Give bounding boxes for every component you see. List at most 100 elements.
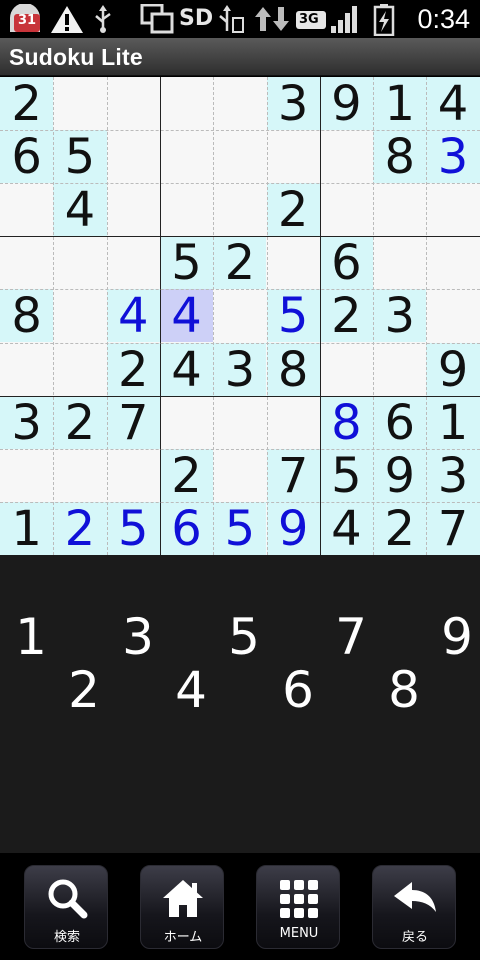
- sudoku-cell[interactable]: 7: [106, 396, 160, 450]
- sudoku-cell[interactable]: 3: [0, 396, 54, 450]
- sudoku-cell[interactable]: [426, 236, 479, 289]
- sudoku-cell[interactable]: [373, 236, 426, 289]
- sudoku-cell[interactable]: [0, 183, 53, 236]
- sudoku-cell[interactable]: 1: [373, 77, 427, 131]
- box-divider: [0, 236, 480, 237]
- number-key-8[interactable]: 8: [374, 662, 434, 718]
- sudoku-cell[interactable]: [267, 396, 320, 449]
- sudoku-cell[interactable]: [213, 130, 266, 183]
- sudoku-cell[interactable]: 9: [426, 342, 480, 397]
- calendar-notification-icon: 31: [6, 3, 44, 34]
- sudoku-cell[interactable]: 5: [213, 502, 267, 556]
- sudoku-cell[interactable]: [320, 130, 373, 183]
- home-button[interactable]: ホーム: [140, 865, 224, 949]
- sudoku-cell[interactable]: 3: [266, 77, 320, 131]
- sudoku-cell[interactable]: 4: [426, 77, 480, 131]
- sudoku-cell[interactable]: 2: [159, 449, 214, 503]
- sudoku-cell[interactable]: [320, 343, 373, 396]
- sudoku-cell[interactable]: 9: [373, 449, 427, 503]
- sudoku-cell[interactable]: [426, 183, 479, 236]
- sudoku-cell[interactable]: 4: [159, 289, 214, 343]
- number-key-2[interactable]: 2: [54, 662, 114, 718]
- sudoku-cell[interactable]: 1: [0, 502, 54, 556]
- sudoku-cell[interactable]: [53, 236, 106, 289]
- sudoku-cell[interactable]: [53, 343, 106, 396]
- sudoku-cell[interactable]: 8: [266, 342, 320, 397]
- sudoku-cell[interactable]: 9: [319, 77, 374, 131]
- sudoku-cell[interactable]: [107, 77, 160, 130]
- sudoku-cell[interactable]: 6: [319, 236, 374, 290]
- sudoku-cell[interactable]: 2: [373, 502, 427, 556]
- sudoku-cell[interactable]: [160, 130, 213, 183]
- cell-divider: [0, 343, 480, 344]
- sudoku-cell[interactable]: [107, 236, 160, 289]
- sudoku-cell[interactable]: [426, 289, 479, 342]
- sudoku-cell[interactable]: [160, 183, 213, 236]
- sudoku-cell[interactable]: 7: [426, 502, 480, 556]
- sudoku-cell[interactable]: [160, 396, 213, 449]
- sudoku-cell[interactable]: 2: [213, 236, 267, 290]
- sudoku-cell[interactable]: 3: [213, 342, 267, 397]
- sudoku-cell[interactable]: [213, 449, 266, 502]
- sudoku-cell[interactable]: [373, 343, 426, 396]
- search-button[interactable]: 検索: [24, 865, 108, 949]
- number-key-3[interactable]: 3: [108, 609, 168, 665]
- sudoku-cell[interactable]: [213, 183, 266, 236]
- sudoku-cell[interactable]: 4: [106, 289, 160, 343]
- cell-divider: [373, 77, 374, 555]
- sudoku-cell[interactable]: 4: [53, 183, 107, 237]
- sudoku-cell[interactable]: [0, 449, 53, 502]
- menu-button[interactable]: MENU: [256, 865, 340, 949]
- sudoku-cell[interactable]: 4: [319, 502, 374, 556]
- sudoku-cell[interactable]: 5: [53, 130, 107, 184]
- sudoku-cell[interactable]: 7: [266, 449, 320, 503]
- number-key-7[interactable]: 7: [321, 609, 381, 665]
- sudoku-cell[interactable]: [267, 130, 320, 183]
- cell-divider: [213, 77, 214, 555]
- sudoku-cell[interactable]: 3: [426, 449, 480, 503]
- sudoku-cell[interactable]: [107, 449, 160, 502]
- sudoku-cell[interactable]: 9: [266, 502, 320, 556]
- number-key-5[interactable]: 5: [214, 609, 274, 665]
- sudoku-cell[interactable]: [160, 77, 213, 130]
- sudoku-cell[interactable]: [213, 77, 266, 130]
- sudoku-cell[interactable]: [53, 289, 106, 342]
- number-key-1[interactable]: 1: [1, 609, 61, 665]
- sudoku-cell[interactable]: 1: [426, 396, 480, 450]
- sudoku-cell[interactable]: 2: [0, 77, 54, 131]
- sudoku-cell[interactable]: 2: [53, 502, 107, 556]
- back-button[interactable]: 戻る: [372, 865, 456, 949]
- sudoku-cell[interactable]: 6: [0, 130, 54, 184]
- sudoku-cell[interactable]: [213, 289, 266, 342]
- sudoku-cell[interactable]: 8: [373, 130, 427, 184]
- sudoku-cell[interactable]: 6: [373, 396, 427, 450]
- sudoku-cell[interactable]: [0, 236, 53, 289]
- number-key-6[interactable]: 6: [268, 662, 328, 718]
- sudoku-cell[interactable]: 8: [0, 289, 54, 343]
- sudoku-cell[interactable]: [53, 449, 106, 502]
- number-key-9[interactable]: 9: [427, 609, 480, 665]
- sudoku-cell[interactable]: 6: [159, 502, 214, 556]
- sudoku-cell[interactable]: 5: [319, 449, 374, 503]
- sudoku-cell[interactable]: 4: [159, 342, 214, 397]
- sudoku-cell[interactable]: [213, 396, 266, 449]
- sudoku-cell[interactable]: [267, 236, 320, 289]
- sudoku-cell[interactable]: 5: [106, 502, 160, 556]
- sudoku-cell[interactable]: 8: [319, 396, 374, 450]
- sudoku-cell[interactable]: 5: [266, 289, 320, 343]
- sudoku-cell[interactable]: 2: [106, 342, 160, 397]
- sudoku-cell[interactable]: 2: [319, 289, 374, 343]
- sudoku-cell[interactable]: 2: [53, 396, 107, 450]
- sudoku-cell[interactable]: 3: [373, 289, 427, 343]
- sd-label: SD: [179, 6, 214, 31]
- sudoku-cell[interactable]: 5: [159, 236, 214, 290]
- sudoku-cell[interactable]: [373, 183, 426, 236]
- sudoku-cell[interactable]: [107, 183, 160, 236]
- sudoku-cell[interactable]: 2: [266, 183, 320, 237]
- sudoku-cell[interactable]: [0, 343, 53, 396]
- sudoku-cell[interactable]: [107, 130, 160, 183]
- sudoku-cell[interactable]: [320, 183, 373, 236]
- sudoku-cell[interactable]: 3: [426, 130, 480, 184]
- number-key-4[interactable]: 4: [161, 662, 221, 718]
- sudoku-cell[interactable]: [53, 77, 106, 130]
